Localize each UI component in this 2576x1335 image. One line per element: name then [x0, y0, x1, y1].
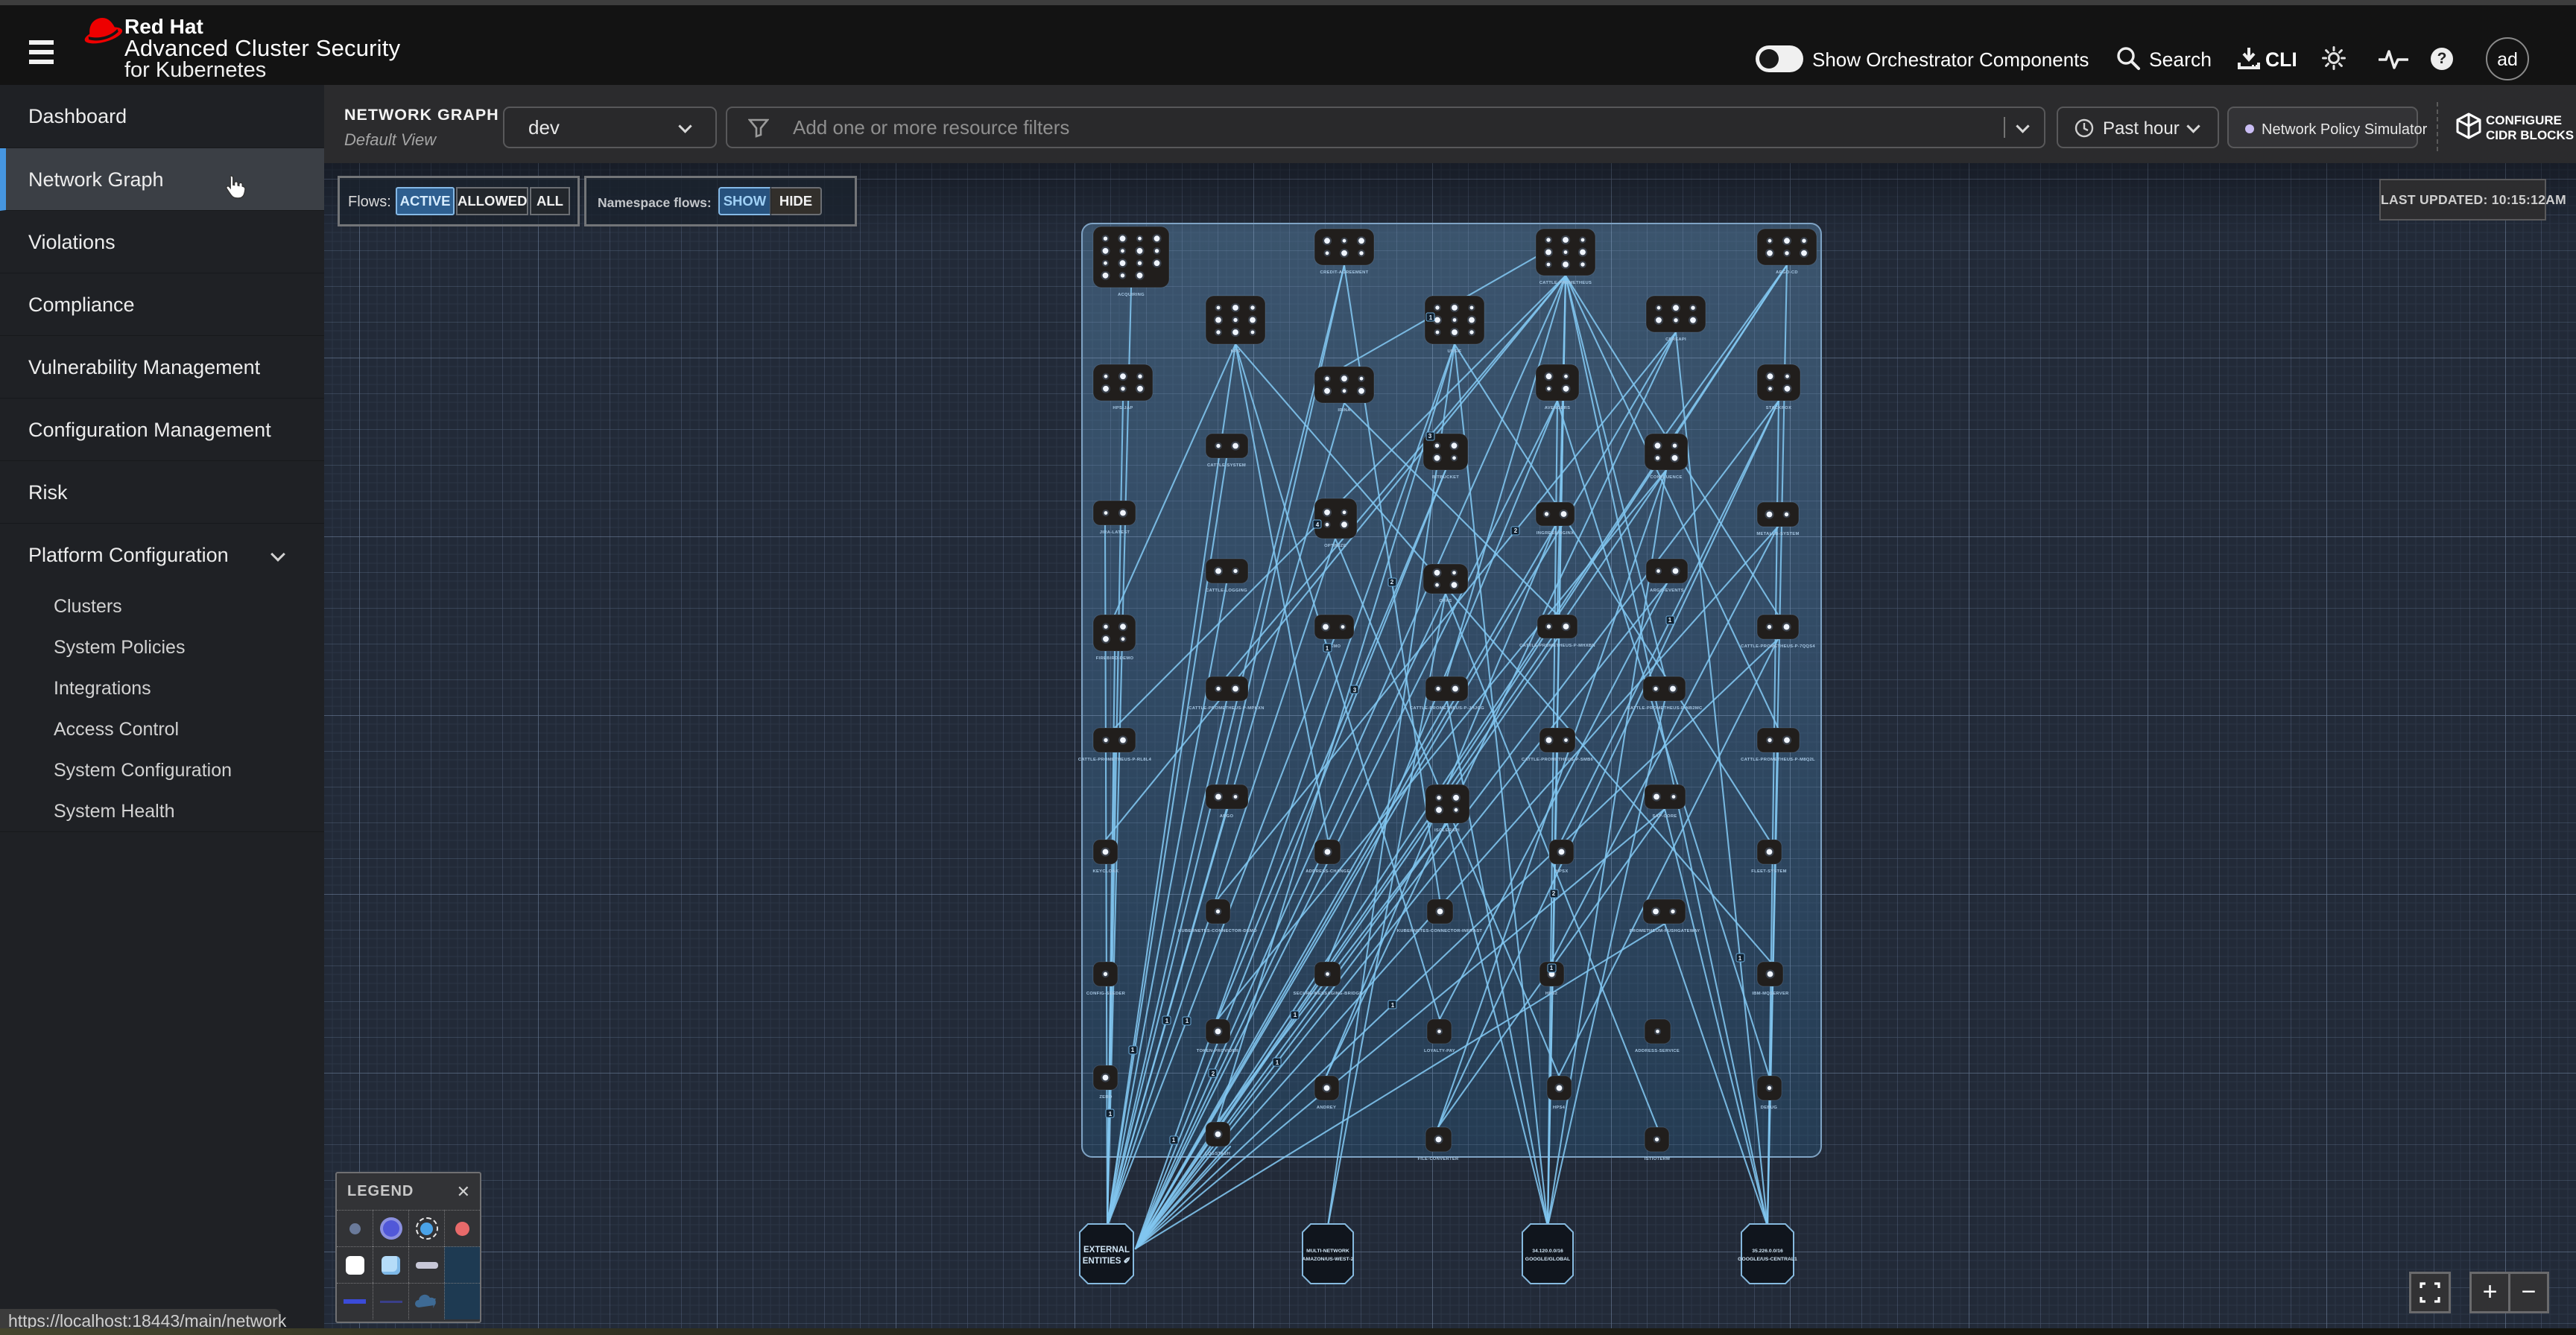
- svg-text:TOKEN-PROVIDER: TOKEN-PROVIDER: [1197, 1049, 1239, 1053]
- svg-text:HPS4: HPS4: [1553, 1106, 1566, 1110]
- svg-text:KUBERNETES-CONNECTOR-INFRAST: KUBERNETES-CONNECTOR-INFRAST: [1397, 929, 1483, 933]
- svg-text:2: 2: [1390, 579, 1394, 586]
- svg-text:3: 3: [1353, 687, 1357, 694]
- svg-text:CATTLE-LOGGING: CATTLE-LOGGING: [1206, 589, 1247, 593]
- svg-text:ISTIOTERM: ISTIOTERM: [1645, 1157, 1670, 1161]
- svg-text:INGRESS-NGINX: INGRESS-NGINX: [1537, 531, 1574, 536]
- svg-text:GOOGLE/US-CENTRAL1: GOOGLE/US-CENTRAL1: [1738, 1257, 1797, 1262]
- svg-text:3: 3: [1428, 433, 1432, 440]
- svg-text:CEREAPI: CEREAPI: [1665, 337, 1686, 342]
- svg-text:CREDIT-AGREEMENT: CREDIT-AGREEMENT: [1320, 270, 1368, 275]
- svg-text:ARGO-EVENTS: ARGO-EVENTS: [1650, 589, 1684, 593]
- svg-text:AMAZON/US-WEST-2: AMAZON/US-WEST-2: [1303, 1257, 1354, 1262]
- svg-text:CATTLE-PROMETHEUS-P-JHJGG: CATTLE-PROMETHEUS-P-JHJGG: [1410, 706, 1484, 711]
- svg-text:ENTITIES ✐: ENTITIES ✐: [1083, 1257, 1131, 1266]
- svg-text:1: 1: [1429, 314, 1433, 321]
- svg-text:ACQUIRING: ACQUIRING: [1118, 293, 1145, 297]
- svg-text:FILE-CONVERTER: FILE-CONVERTER: [1417, 1157, 1459, 1161]
- svg-text:METALLB-SYSTEM: METALLB-SYSTEM: [1756, 532, 1799, 536]
- svg-text:1: 1: [1326, 645, 1329, 652]
- svg-text:HPS: HPS: [1231, 349, 1241, 354]
- svg-text:CATTLE-PROMETHEUS-P-MPKXN: CATTLE-PROMETHEUS-P-MPKXN: [1189, 706, 1264, 711]
- svg-text:FLEET-SYSTEM: FLEET-SYSTEM: [1751, 869, 1786, 874]
- svg-text:2: 2: [1212, 1071, 1215, 1077]
- svg-text:1: 1: [1294, 1012, 1297, 1018]
- svg-text:4: 4: [1316, 521, 1320, 528]
- svg-text:1: 1: [1668, 617, 1672, 624]
- svg-text:ANDREY: ANDREY: [1317, 1106, 1336, 1110]
- svg-text:1: 1: [1172, 1137, 1176, 1144]
- svg-text:ADDRESS-SERVICE: ADDRESS-SERVICE: [1635, 1049, 1680, 1053]
- svg-text:HPSX: HPSX: [1556, 869, 1569, 874]
- svg-text:ARGO-CD: ARGO-CD: [1776, 270, 1798, 275]
- svg-text:1: 1: [1391, 1002, 1395, 1009]
- svg-text:CATTLE-PROMETHEUS-P-MHXBN: CATTLE-PROMETHEUS-P-MHXBN: [1519, 644, 1595, 648]
- svg-text:34.120.0.0/16: 34.120.0.0/16: [1532, 1249, 1563, 1254]
- svg-text:1: 1: [1186, 1018, 1189, 1024]
- svg-text:SECURE-MESSAGING-BRIDGE: SECURE-MESSAGING-BRIDGE: [1294, 992, 1363, 996]
- svg-text:CATTLE-PROMETHEUS-P-RL8L4: CATTLE-PROMETHEUS-P-RL8L4: [1078, 758, 1152, 762]
- svg-text:LOGSTASH: LOGSTASH: [1205, 1152, 1230, 1156]
- svg-text:OPAS: OPAS: [1439, 599, 1452, 603]
- svg-text:AVENGERS: AVENGERS: [1545, 406, 1571, 410]
- svg-text:CONFLUENCE: CONFLUENCE: [1650, 475, 1682, 480]
- svg-text:1: 1: [1131, 1047, 1135, 1053]
- svg-text:FIREBIRD-DEMO: FIREBIRD-DEMO: [1096, 656, 1134, 661]
- svg-text:GOOGLE/GLOBAL: GOOGLE/GLOBAL: [1525, 1257, 1570, 1262]
- svg-text:CATTLE-PROMETHEUS-P-M8Q2L: CATTLE-PROMETHEUS-P-M8Q2L: [1741, 758, 1815, 762]
- svg-text:BITBUCKET: BITBUCKET: [1432, 475, 1459, 480]
- svg-text:1: 1: [1550, 965, 1554, 971]
- svg-text:PROMETHEUM-PUSHGATEWAY: PROMETHEUM-PUSHGATEWAY: [1630, 929, 1700, 933]
- svg-text:ZERO: ZERO: [1099, 1095, 1112, 1100]
- svg-text:OPTIMIZE: OPTIMIZE: [1324, 544, 1346, 548]
- svg-text:CATTLE-PROMETHEUS-P-NB2MC: CATTLE-PROMETHEUS-P-NB2MC: [1627, 706, 1703, 711]
- svg-text:IBM-MQSERVER: IBM-MQSERVER: [1752, 992, 1789, 996]
- svg-text:LOYALTY-PAY: LOYALTY-PAY: [1424, 1049, 1455, 1053]
- svg-text:EXTERNAL: EXTERNAL: [1083, 1246, 1130, 1255]
- svg-text:URSIF: URSIF: [1448, 349, 1462, 354]
- svg-text:1: 1: [1276, 1059, 1279, 1066]
- svg-text:ARGO: ARGO: [1220, 814, 1234, 819]
- svg-text:KEYCLOAK: KEYCLOAK: [1093, 869, 1119, 874]
- svg-text:1: 1: [1738, 955, 1742, 962]
- svg-text:CONFIG-SEEDER: CONFIG-SEEDER: [1086, 992, 1126, 996]
- svg-text:CATTLE-PROMETHEUS-P-7QQS4: CATTLE-PROMETHEUS-P-7QQS4: [1741, 644, 1815, 649]
- svg-text:CATTLE-SYSTEM: CATTLE-SYSTEM: [1207, 463, 1246, 468]
- svg-text:CATTLE-PROMETHEUS: CATTLE-PROMETHEUS: [1539, 281, 1592, 285]
- svg-text:MULTI-NETWORK: MULTI-NETWORK: [1306, 1249, 1349, 1254]
- svg-text:2: 2: [1552, 890, 1556, 897]
- svg-text:IRINA: IRINA: [1338, 408, 1351, 413]
- svg-text:2: 2: [1514, 527, 1518, 534]
- svg-text:ISOLERAPI: ISOLERAPI: [1434, 828, 1460, 833]
- svg-text:CATTLE-PROMETHEUS-P-SMB6: CATTLE-PROMETHEUS-P-SMB6: [1522, 758, 1594, 762]
- svg-text:KUBERNETES-CONNECTOR-DEMO: KUBERNETES-CONNECTOR-DEMO: [1178, 929, 1257, 933]
- svg-text:STACKROX: STACKROX: [1766, 406, 1792, 410]
- svg-text:35.226.0.0/16: 35.226.0.0/16: [1752, 1249, 1783, 1254]
- svg-text:JIRA-LATEST: JIRA-LATEST: [1100, 530, 1130, 535]
- svg-text:SAP-CORE: SAP-CORE: [1653, 814, 1677, 819]
- svg-text:HPS-JAP: HPS-JAP: [1113, 406, 1133, 410]
- svg-text:1: 1: [1109, 1111, 1113, 1117]
- svg-text:DEBUG: DEBUG: [1761, 1106, 1778, 1110]
- svg-text:HPS2: HPS2: [1545, 992, 1557, 996]
- svg-text:1: 1: [1165, 1018, 1169, 1024]
- svg-text:ADDRESS-CHANGE: ADDRESS-CHANGE: [1306, 869, 1350, 874]
